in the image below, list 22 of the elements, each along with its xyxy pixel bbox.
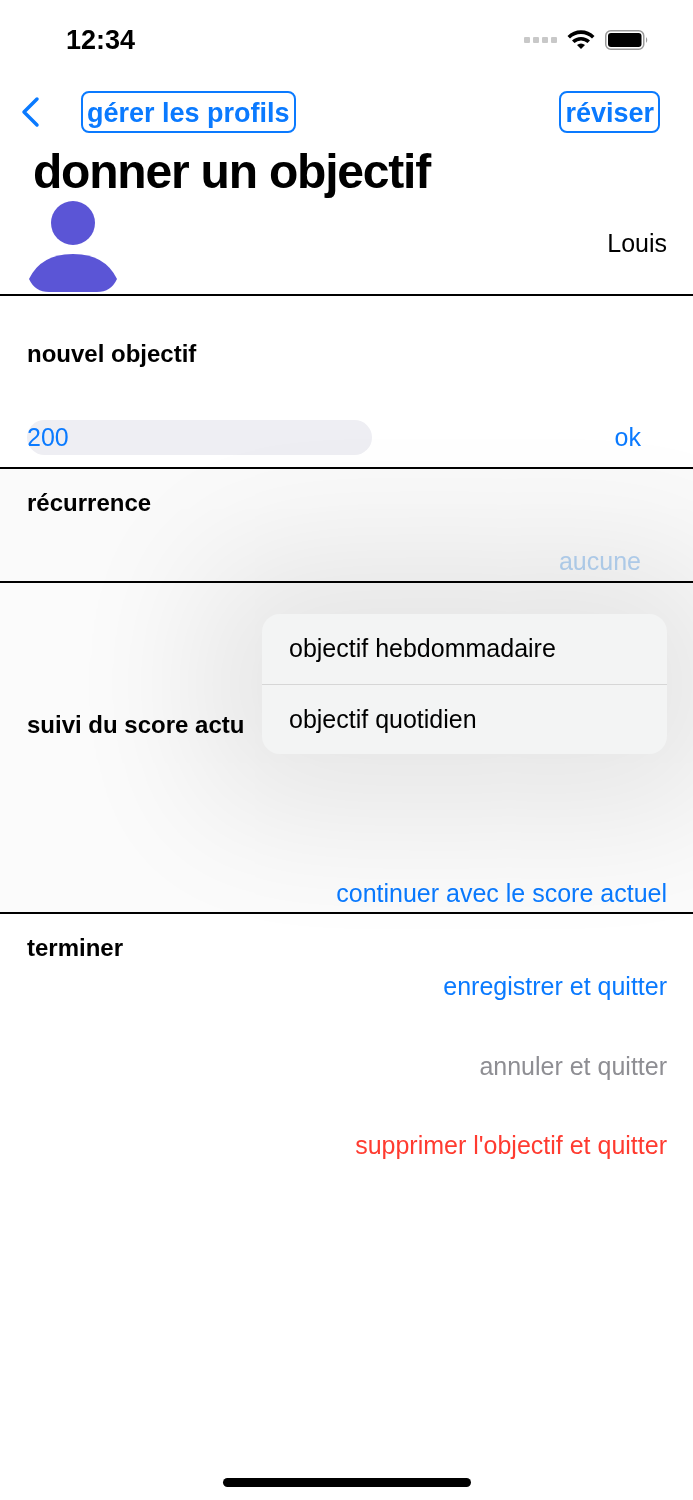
section-heading: terminer xyxy=(27,933,124,963)
menu-item[interactable]: objectif hebdommadaire xyxy=(262,614,667,684)
profile-name: Louis xyxy=(607,228,667,260)
section-heading: nouvel objectif xyxy=(27,339,197,369)
page-title: donner un objectif xyxy=(32,144,433,200)
wifi-icon xyxy=(567,30,595,50)
signal-icon xyxy=(524,36,557,44)
goal-input-field[interactable]: 200 xyxy=(27,420,372,456)
action-link[interactable]: annuler et quitter xyxy=(479,1047,667,1085)
manage-profiles-button[interactable]: gérer les profils xyxy=(81,91,296,133)
action-link[interactable]: supprimer l'objectif et quitter xyxy=(355,1127,667,1165)
menu-item[interactable]: objectif quotidien xyxy=(262,684,667,754)
continue-link[interactable]: continuer avec le score actuel xyxy=(336,875,667,913)
back-icon[interactable] xyxy=(20,96,40,128)
section-heading: suivi du score actu xyxy=(27,710,245,740)
section-heading: récurrence xyxy=(27,488,152,518)
status-time: 12:34 xyxy=(66,23,136,57)
person-icon xyxy=(27,201,119,293)
review-button[interactable]: réviser xyxy=(559,91,660,133)
action-link[interactable]: enregistrer et quitter xyxy=(443,968,667,1006)
ok-button[interactable]: ok xyxy=(614,419,641,457)
battery-icon xyxy=(605,30,649,50)
